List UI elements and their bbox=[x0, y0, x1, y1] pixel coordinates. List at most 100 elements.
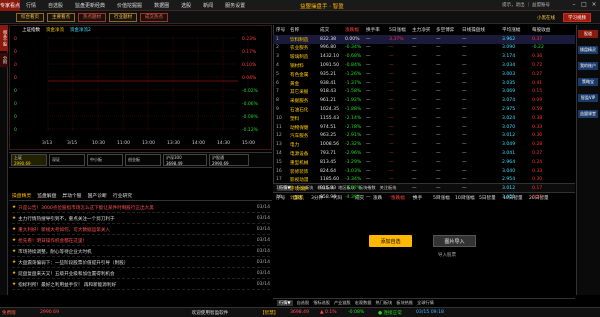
news-item[interactable]: ★ 市场持续调整，耐心等待企业大时机 03/14 bbox=[12, 247, 270, 257]
x-tick: 10:30 bbox=[92, 140, 105, 146]
tab-bottom-watchlist[interactable]: 自选股 bbox=[297, 300, 310, 306]
table-row[interactable]: 4 钢材料 1091.50 -0.84% — — — — — 3.034 0.72 bbox=[273, 61, 575, 70]
menu-item-stock-pick[interactable]: 选股 bbox=[175, 2, 197, 9]
table-row[interactable]: 16 装修装饰 824.64 -3.03% — — — — — 3.040 0.33 bbox=[273, 167, 575, 176]
news-item[interactable]: ★ 抢先看！明日操作机会都在这里！ 03/14 bbox=[12, 236, 270, 246]
news-item[interactable]: ★ 指标利所！最好之利用益手仅！ 再和新能源利好 03/14 bbox=[12, 280, 270, 290]
cell-chg: -0.34% bbox=[345, 45, 362, 51]
maximize-icon[interactable]: □ bbox=[580, 1, 588, 9]
table-row[interactable]: 13 电力 1008.56 -2.32% — — — — — 3.049 0.28 bbox=[273, 141, 575, 150]
column-header[interactable]: 换手率 bbox=[366, 25, 380, 34]
right-sidebar-item[interactable]: 策略宝 bbox=[578, 78, 598, 86]
table-row[interactable]: 9 石油石化 1024.35 -1.88% — — — — — 2.975 0.59 bbox=[273, 105, 575, 114]
index-box-shenzhen[interactable]: 深证 bbox=[49, 154, 85, 166]
table-row[interactable]: 7 其它采掘 918.43 -1.58% — — — — — 3.069 0.15 bbox=[273, 88, 575, 97]
toolbar-button-volume-hot[interactable]: 成交热点 bbox=[140, 12, 168, 22]
tab-bottom-chain[interactable]: 产业链股 bbox=[334, 300, 351, 306]
cell-avg: 3.034 bbox=[502, 62, 516, 68]
menu-item-monitor[interactable]: 监盘更新经典 bbox=[69, 2, 111, 9]
right-sidebar-item[interactable]: 我的账户 bbox=[578, 62, 598, 70]
toolbar-button-overview[interactable]: 综合看页 bbox=[16, 12, 44, 22]
intraday-chart[interactable]: 0 0.23% 0 0.17% 0 0.10% 0 0.04% 0 -0.02% 0 -0.06% 0 -… bbox=[9, 25, 272, 150]
table-row[interactable]: 10 塑料 1155.43 -2.14% — — — — — 3.024 0.38 bbox=[273, 114, 575, 123]
table-row[interactable]: 1 饮料制造 832.38 0.00% — 3.37% — — — 3.962 0.37 bbox=[273, 35, 575, 44]
tab-bottom-recommend[interactable]: 板块热推 bbox=[396, 300, 413, 306]
index-box-chinext[interactable]: 创业板 bbox=[125, 154, 161, 166]
add-watchlist-button[interactable]: 添加自选 bbox=[369, 235, 412, 247]
tab-bottom-indicator[interactable]: 指标选股 bbox=[313, 300, 330, 306]
news-item[interactable]: ★ 只是公告！3000点位股指市场怎么这下能让某件时制股行正出大黑 03/14 bbox=[12, 203, 270, 213]
news-item[interactable]: ★ 重大利好！新规大考如何，可大数据运第关入 03/14 bbox=[12, 225, 270, 235]
cell-turn: — bbox=[366, 124, 371, 130]
cell-eps: 0.17 bbox=[532, 186, 543, 192]
menu-item-value[interactable]: 价值挖掘掘 bbox=[111, 2, 148, 9]
column-header[interactable]: 成交 bbox=[320, 25, 329, 34]
tab-bottom-global[interactable]: 全球行情 bbox=[417, 300, 434, 306]
tab-news-abnormal[interactable]: 异动个股 bbox=[62, 192, 81, 199]
column-header[interactable]: 涨跌幅 bbox=[345, 25, 359, 34]
index-box-connect[interactable]: 沪股通 2990.69 bbox=[209, 154, 249, 166]
close-icon[interactable]: × bbox=[590, 1, 598, 9]
menu-item-quotes[interactable]: 行情 bbox=[20, 2, 42, 9]
column-header[interactable]: 平均涨幅 bbox=[502, 25, 520, 34]
right-sidebar-item[interactable]: 操盘精灵 bbox=[578, 46, 598, 54]
app-logo[interactable]: 专家看点 bbox=[0, 0, 20, 11]
tab-news-diagnosis[interactable]: 国产诊断 bbox=[88, 192, 107, 199]
menu-item-settings[interactable]: 服务设置 bbox=[219, 2, 251, 9]
cell-chg: -3.03% bbox=[345, 168, 362, 174]
tab-bottom-quotes[interactable]: 行情▼ bbox=[277, 300, 293, 306]
news-item[interactable]: ★ 延盘复盘来天又！五级开业级和加位置得利机会 03/14 bbox=[12, 269, 270, 279]
menu-item-watchlist[interactable]: 自选股 bbox=[42, 2, 69, 9]
right-sidebar-item[interactable]: 益盟课堂 bbox=[578, 110, 598, 118]
cell-eps: 0.28 bbox=[532, 142, 543, 148]
toolbar-button-hot-topics[interactable]: 热点题材 bbox=[78, 12, 106, 22]
table-row[interactable]: 19 计算机 958.96 -4.39% — — — — — 3.051 0.25 bbox=[273, 193, 575, 202]
table-row[interactable]: 11 动物保健 974.51 -2.78% — — — — — 3.070 0.33 bbox=[273, 123, 575, 132]
table-row[interactable]: 15 重型机械 813.45 -3.29% — — — — — 2.964 0.24 bbox=[273, 158, 575, 167]
tab-news-research[interactable]: 行业研究 bbox=[113, 192, 132, 199]
column-header[interactable]: 5日涨幅 bbox=[389, 25, 406, 34]
table-row[interactable]: 2 农业服务 996.80 -0.34% — — — — — 3.090 -0.22 bbox=[273, 44, 575, 53]
table-row[interactable]: 12 汽车服务 963.25 -2.91% — — — — — 3.012 0.30 bbox=[273, 132, 575, 141]
table-row[interactable]: 5 有色金属 935.21 -1.26% — — — — — 3.003 0.27 bbox=[273, 70, 575, 79]
column-header[interactable]: 名称 bbox=[290, 25, 299, 34]
toolbar-button-main-points[interactable]: 主要看点 bbox=[47, 12, 75, 22]
right-sidebar-item[interactable]: 智盈VIP bbox=[578, 94, 598, 102]
image-import-button[interactable]: 图片导入 bbox=[433, 235, 476, 247]
menu-item-news[interactable]: 新闻 bbox=[197, 2, 219, 9]
table-row[interactable]: 3 玻璃制造 1432.10 -0.68% — — — — — 3.174 0.36 bbox=[273, 53, 575, 62]
edition-label[interactable]: 免费版 bbox=[0, 310, 40, 316]
column-header[interactable]: 主力净买 bbox=[412, 25, 430, 34]
index-box-hs300[interactable]: 沪深300 3698.49 bbox=[163, 154, 207, 166]
news-item[interactable]: ★ 主力行情热搜导引到不，重点关注一个剪刀利于 03/14 bbox=[12, 214, 270, 224]
left-tab-timeshare[interactable]: 分时 bbox=[0, 53, 8, 67]
column-header[interactable]: 日线操盘线 bbox=[462, 25, 485, 34]
legend-index: 上证指数 bbox=[22, 28, 40, 33]
right-sidebar-item[interactable]: 股道 bbox=[578, 30, 598, 38]
table-row[interactable]: 6 黄金 938.41 -1.37% — — — — — 3.035 0.41 bbox=[273, 79, 575, 88]
tab-news-monitor[interactable]: 监盘解盘 bbox=[37, 192, 56, 199]
table-row[interactable]: 14 电源设备 793.71 -2.96% — — — — — 3.041 0.27 bbox=[273, 149, 575, 158]
table-row[interactable]: 17 影视动漫 1185.60 -3.34% — — — — — 2.954 0.30 bbox=[273, 176, 575, 185]
column-header[interactable]: 多空博弈 bbox=[436, 25, 454, 34]
cell-op: — bbox=[462, 36, 467, 42]
menu-item-data[interactable]: 数据圈 bbox=[148, 2, 175, 9]
column-header[interactable]: 每股收益 bbox=[532, 25, 550, 34]
minimize-icon[interactable]: – bbox=[570, 1, 578, 9]
column-header[interactable]: 序号 bbox=[276, 25, 285, 34]
news-item[interactable]: ★ 大盘震荡偏弱下：一些阶段股票价值提升引导（附股） 03/14 bbox=[12, 258, 270, 268]
table-row[interactable]: 18 环境保护 915.83 -3.97% — — — — — 3.012 0.17 bbox=[273, 185, 575, 194]
user-info[interactable]: 提示，退出 ｜ 益盟账号 bbox=[502, 2, 550, 8]
tab-bottom-hot[interactable]: 热门板块 bbox=[375, 300, 392, 306]
cell-main: — bbox=[412, 80, 417, 86]
learning-video-button[interactable]: 学习视频 bbox=[563, 13, 591, 22]
toolbar-button-industry[interactable]: 行业题材 bbox=[109, 12, 137, 22]
tab-news-spirit[interactable]: 操盘精灵 bbox=[12, 192, 31, 199]
index-box-sme[interactable]: 中小板 bbox=[87, 154, 123, 166]
table-row[interactable]: 8 采掘服务 961.21 -1.92% — — — — — 3.074 0.09 bbox=[273, 97, 575, 106]
tab-bottom-macro[interactable]: 宏观数据 bbox=[355, 300, 372, 306]
index-box-shanghai[interactable]: 上证 2990.69 bbox=[11, 154, 47, 166]
online-assistant-button[interactable]: 小黑在线 bbox=[533, 13, 559, 22]
cell-chg: -0.84% bbox=[345, 62, 362, 68]
left-tab-related[interactable]: 相关个股 bbox=[0, 25, 8, 51]
